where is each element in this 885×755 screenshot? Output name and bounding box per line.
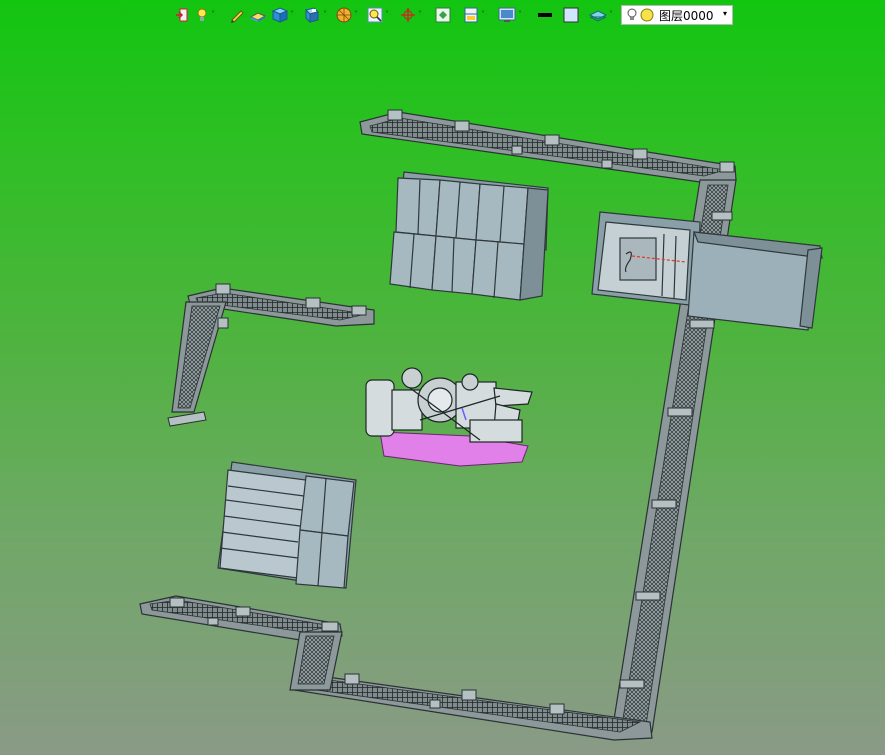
light-bulb-icon — [194, 7, 210, 23]
pallet-rack[interactable] — [217, 461, 357, 589]
sketch-button[interactable] — [227, 4, 247, 26]
display-mode-icon — [497, 6, 517, 24]
exit-button[interactable] — [172, 4, 192, 26]
zoom-dropdown-arrow[interactable]: ˅ — [385, 11, 389, 19]
section-view-button[interactable]: ˅ — [460, 4, 487, 26]
light-button[interactable]: ˅ — [192, 4, 217, 26]
section-view-icon — [462, 6, 480, 24]
surface-button[interactable] — [247, 4, 269, 26]
robot-assembly[interactable] — [365, 367, 533, 467]
left-conveyor[interactable] — [167, 283, 375, 427]
fit-view-button[interactable] — [432, 4, 454, 26]
solid-button[interactable]: ˅ — [269, 4, 296, 26]
solid-cube-icon — [271, 6, 289, 24]
light-dropdown-arrow[interactable]: ˅ — [211, 11, 215, 19]
top-conveyor-track[interactable] — [359, 109, 737, 183]
view-orientation-dropdown-arrow[interactable]: ˅ — [323, 11, 327, 19]
layer-color-dot-icon[interactable] — [640, 8, 654, 22]
display-mode-dropdown-arrow[interactable]: ˅ — [518, 11, 522, 19]
fit-view-icon — [434, 6, 452, 24]
solid-dropdown-arrow[interactable]: ˅ — [290, 11, 294, 19]
render-button[interactable]: ˅ — [333, 4, 360, 26]
layer-selector-value: 图层0000 — [659, 8, 714, 23]
layer-selector-caret-icon[interactable]: ▾ — [723, 9, 727, 18]
view-cube-icon — [302, 6, 322, 24]
render-dropdown-arrow[interactable]: ˅ — [354, 11, 358, 19]
exit-icon — [174, 7, 190, 23]
pan-axes-icon — [399, 6, 417, 24]
line-weight-icon — [536, 7, 554, 23]
layer-plane-icon — [588, 7, 608, 23]
color-swatch-icon — [562, 6, 580, 24]
layer-visibility-bulb-icon[interactable] — [626, 8, 638, 22]
bottom-conveyor-track[interactable] — [291, 673, 653, 741]
box-stack-top[interactable] — [389, 171, 549, 301]
zoom-icon — [366, 6, 384, 24]
cad-scene[interactable] — [0, 0, 885, 755]
layer-dropdown-arrow[interactable]: ˅ — [609, 11, 613, 19]
bottom-left-conveyor[interactable] — [139, 595, 343, 691]
section-view-dropdown-arrow[interactable]: ˅ — [481, 11, 485, 19]
view-orientation-button[interactable]: ˅ — [300, 4, 329, 26]
layer-button[interactable]: ˅ — [586, 4, 615, 26]
view-toolbar: ˅ ˅ ˅ ˅ ˅ ˅ ˅ ˅ ˅ 图层0000 ▾ — [172, 3, 733, 27]
3d-viewport[interactable]: ˅ ˅ ˅ ˅ ˅ ˅ ˅ ˅ ˅ 图层0000 ▾ — [0, 0, 885, 755]
render-sphere-icon — [335, 6, 353, 24]
zoom-button[interactable]: ˅ — [364, 4, 391, 26]
pan-dropdown-arrow[interactable]: ˅ — [418, 11, 422, 19]
display-mode-button[interactable]: ˅ — [495, 4, 524, 26]
pan-button[interactable]: ˅ — [397, 4, 424, 26]
line-weight-button[interactable] — [534, 4, 556, 26]
pencil-icon — [229, 7, 245, 23]
layer-selector[interactable]: 图层0000 ▾ — [621, 5, 733, 25]
surface-icon — [249, 7, 267, 23]
color-button[interactable] — [560, 4, 582, 26]
